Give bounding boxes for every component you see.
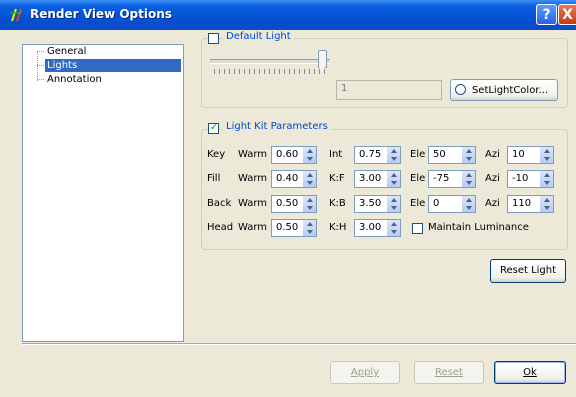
back-ele-spinbox[interactable]: 0 — [428, 195, 476, 213]
head-kh-spinbox[interactable]: 3.00 — [354, 219, 401, 237]
default-light-label: Default Light — [223, 31, 294, 42]
tree-item-annotation[interactable]: Annotation — [45, 73, 104, 86]
apply-label: Apply — [350, 367, 380, 378]
default-light-checkbox[interactable] — [208, 33, 219, 44]
warm-label: Warm — [238, 222, 268, 233]
intensity-slider-thumb[interactable] — [318, 50, 327, 73]
title-bar[interactable]: Render View Options ? X — [0, 0, 576, 30]
back-kb-spinbox[interactable]: 3.50 — [354, 195, 401, 213]
light-kit-label: Light Kit Parameters — [223, 121, 331, 132]
row-key-label: Key — [207, 149, 226, 160]
back-azi-spinbox[interactable]: 110 — [507, 195, 554, 213]
spin-arrows-icon[interactable] — [302, 196, 316, 212]
row-fill-label: Fill — [207, 173, 221, 184]
spin-arrows-icon[interactable] — [302, 220, 316, 236]
window-title: Render View Options — [30, 7, 172, 21]
kh-label: K:H — [329, 222, 347, 233]
spin-arrows-icon[interactable] — [386, 171, 400, 187]
help-button[interactable]: ? — [536, 4, 557, 25]
tree-connector — [37, 65, 44, 66]
warm-label: Warm — [238, 173, 268, 184]
check-icon: ✓ — [210, 122, 219, 133]
spin-arrows-icon[interactable] — [539, 196, 553, 212]
key-warm-spinbox[interactable]: 0.60 — [271, 146, 317, 164]
category-tree[interactable]: General Lights Annotation — [22, 44, 184, 342]
intensity-field[interactable]: 1 — [336, 80, 442, 100]
warm-label: Warm — [238, 198, 268, 209]
maintain-luminance-label: Maintain Luminance — [428, 222, 529, 233]
app-icon — [10, 8, 22, 22]
key-azi-spinbox[interactable]: 10 — [507, 146, 554, 164]
azi-label: Azi — [485, 149, 500, 160]
reset-light-button[interactable]: Reset Light — [490, 259, 566, 283]
tree-item-lights[interactable]: Lights — [45, 59, 181, 72]
int-label: Int — [329, 149, 343, 160]
spinbox-value: 0.50 — [276, 198, 299, 209]
spinbox-value: 0.50 — [276, 222, 299, 233]
tree-connector — [37, 51, 38, 81]
spin-arrows-icon[interactable] — [539, 171, 553, 187]
spin-arrows-icon[interactable] — [386, 220, 400, 236]
ok-button[interactable]: Ok — [494, 361, 566, 384]
spin-arrows-icon[interactable] — [386, 147, 400, 163]
spin-arrows-icon[interactable] — [461, 147, 475, 163]
kf-label: K:F — [329, 173, 345, 184]
spinbox-value: 0.40 — [276, 173, 299, 184]
spinbox-value: -10 — [512, 173, 529, 184]
spin-arrows-icon[interactable] — [302, 147, 316, 163]
spinbox-value: 50 — [433, 149, 446, 160]
light-kit-checkbox[interactable]: ✓ — [208, 122, 219, 134]
color-swatch-icon — [455, 84, 466, 95]
row-back-label: Back — [207, 198, 232, 209]
apply-button[interactable]: Apply — [330, 361, 400, 384]
close-button[interactable]: X — [558, 4, 576, 25]
warm-label: Warm — [238, 149, 268, 160]
ele-label: Ele — [410, 198, 426, 209]
spin-arrows-icon[interactable] — [461, 171, 475, 187]
ok-label: Ok — [523, 367, 537, 378]
spin-arrows-icon[interactable] — [539, 147, 553, 163]
ele-label: Ele — [410, 173, 426, 184]
spinbox-value: 0.60 — [276, 149, 299, 160]
reset-label: Reset — [435, 367, 463, 378]
spinbox-value: 0.75 — [359, 149, 382, 160]
tree-connector — [37, 51, 44, 52]
fill-kf-spinbox[interactable]: 3.00 — [354, 170, 401, 188]
key-int-spinbox[interactable]: 0.75 — [354, 146, 401, 164]
ele-label: Ele — [410, 149, 426, 160]
spinbox-value: 3.00 — [359, 222, 382, 233]
azi-label: Azi — [485, 198, 500, 209]
spin-arrows-icon[interactable] — [386, 196, 400, 212]
spin-arrows-icon[interactable] — [302, 171, 316, 187]
intensity-slider-ticks — [214, 69, 326, 74]
back-warm-spinbox[interactable]: 0.50 — [271, 195, 317, 213]
tree-item-general[interactable]: General — [45, 45, 88, 58]
spinbox-value: -75 — [433, 173, 450, 184]
footer-divider — [22, 343, 576, 345]
spin-arrows-icon[interactable] — [461, 196, 475, 212]
spinbox-value: 110 — [512, 198, 532, 209]
spinbox-value: 3.50 — [359, 198, 382, 209]
tree-connector — [37, 79, 44, 80]
kb-label: K:B — [329, 198, 346, 209]
head-warm-spinbox[interactable]: 0.50 — [271, 219, 317, 237]
spinbox-value: 3.00 — [359, 173, 382, 184]
azi-label: Azi — [485, 173, 500, 184]
fill-azi-spinbox[interactable]: -10 — [507, 170, 554, 188]
fill-warm-spinbox[interactable]: 0.40 — [271, 170, 317, 188]
row-head-label: Head — [207, 222, 234, 233]
intensity-slider-track[interactable] — [210, 59, 330, 64]
maintain-luminance-checkbox[interactable] — [412, 223, 423, 234]
set-light-color-button[interactable]: SetLightColor... — [450, 79, 558, 101]
spinbox-value: 0 — [433, 198, 440, 209]
key-ele-spinbox[interactable]: 50 — [428, 146, 476, 164]
fill-ele-spinbox[interactable]: -75 — [428, 170, 476, 188]
spinbox-value: 10 — [512, 149, 525, 160]
reset-button[interactable]: Reset — [414, 361, 484, 384]
